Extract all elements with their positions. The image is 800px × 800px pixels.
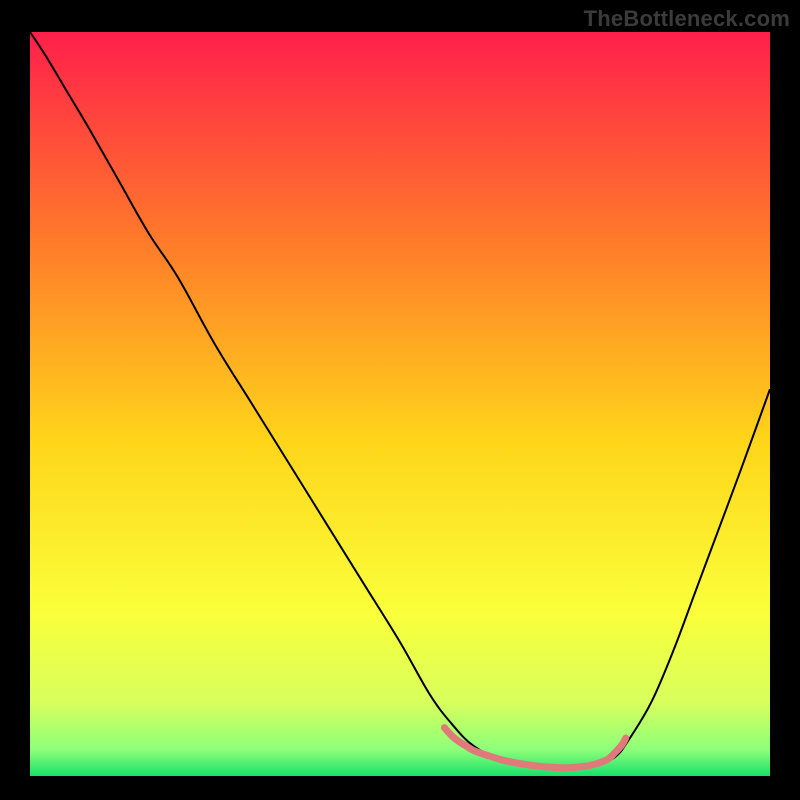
chart-frame: TheBottleneck.com	[0, 0, 800, 800]
plot-area	[30, 32, 770, 776]
watermark-text: TheBottleneck.com	[584, 6, 790, 32]
chart-svg	[30, 32, 770, 776]
gradient-background	[30, 32, 770, 776]
